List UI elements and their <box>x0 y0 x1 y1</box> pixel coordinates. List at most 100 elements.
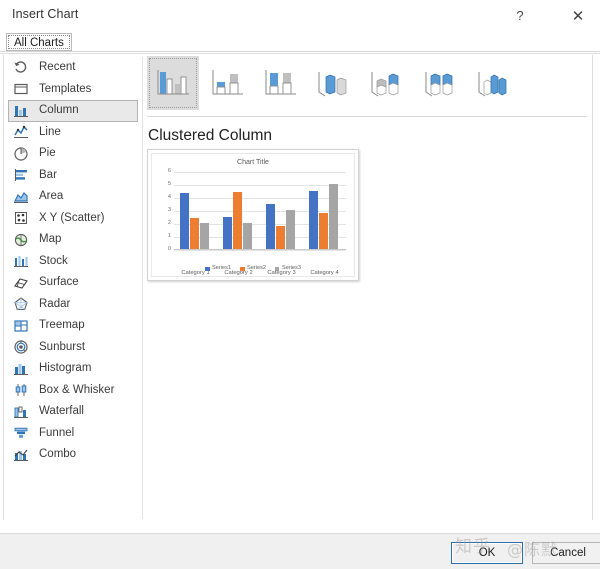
sidebar-item-label: Area <box>39 190 64 202</box>
sidebar-item-area[interactable]: Area <box>8 186 138 208</box>
chart-gridline: 5 <box>168 182 346 187</box>
waterfall-icon <box>12 404 30 420</box>
sidebar-item-label: Map <box>39 233 62 245</box>
chart-y-tick: 5 <box>167 181 171 188</box>
map-icon <box>12 232 30 248</box>
help-icon[interactable]: ? <box>500 0 540 31</box>
chart-y-tick: 4 <box>167 194 171 201</box>
sidebar-item-templates[interactable]: Templates <box>8 79 138 101</box>
chart-bar <box>329 184 338 249</box>
sidebar-item-label: Bar <box>39 168 57 181</box>
tab-strip: All Charts <box>0 31 600 53</box>
chart-bar <box>309 190 318 249</box>
chart-subtype-clustered-column[interactable] <box>147 56 199 110</box>
chart-bar <box>319 212 328 249</box>
chart-gridline: 6 <box>168 169 346 174</box>
chart-subtype-gallery[interactable] <box>147 56 587 110</box>
chart-legend-label: Series3 <box>281 265 301 271</box>
sidebar-item-pie[interactable]: Pie <box>8 143 138 165</box>
chart-legend-label: Series2 <box>247 265 266 271</box>
box-whisker-icon <box>12 382 30 398</box>
templates-icon <box>12 81 30 97</box>
gallery-separator <box>147 116 587 117</box>
sidebar-item-radar[interactable]: Radar <box>8 294 138 316</box>
sidebar-item-funnel[interactable]: Funnel <box>8 423 138 445</box>
sidebar-divider <box>142 57 143 519</box>
chart-type-sidebar[interactable]: Recent Templates Column Line Pie Bar Area X Y (… <box>8 57 138 519</box>
line-icon <box>12 124 30 140</box>
chart-bar <box>223 216 232 249</box>
tab-strip-underline <box>0 51 600 52</box>
chart-y-tick: 1 <box>167 233 171 240</box>
sidebar-item-waterfall[interactable]: Waterfall <box>8 401 138 423</box>
chart-subtype-stacked-column[interactable] <box>201 56 253 110</box>
chart-category-label: Category 2 <box>224 270 253 276</box>
chart-title: Chart Title <box>237 159 269 166</box>
chart-preview-panel[interactable]: Chart Title 0 1 2 3 4 5 6 Category 1 Category 2 C… <box>147 149 359 281</box>
preview-heading: Clustered Column <box>148 127 273 144</box>
dialog-title: Insert Chart <box>12 7 79 21</box>
sidebar-item-label: Recent <box>39 61 76 73</box>
sidebar-item-label: X Y (Scatter) <box>39 211 105 224</box>
sidebar-item-label: Combo <box>39 448 77 460</box>
body-left-edge <box>3 55 4 520</box>
chart-preview-inner: Chart Title 0 1 2 3 4 5 6 Category 1 Category 2 C… <box>151 153 355 277</box>
sidebar-item-treemap[interactable]: Treemap <box>8 315 138 337</box>
chart-legend-item: Series3 <box>274 265 301 272</box>
treemap-icon <box>12 318 30 334</box>
chart-plot-area: 0 1 2 3 4 5 6 Category 1 Category 2 Category 3 Cat… <box>168 169 346 276</box>
sidebar-item-histogram[interactable]: Histogram <box>8 358 138 380</box>
sidebar-item-combo[interactable]: Combo <box>8 444 138 466</box>
chart-y-tick: 2 <box>167 220 171 227</box>
chart-y-tick: 0 <box>167 246 171 253</box>
sidebar-item-label: Stock <box>39 254 68 267</box>
sidebar-item-x-y-scatter[interactable]: X Y (Scatter) <box>8 208 138 230</box>
body-right-edge <box>592 55 593 520</box>
sidebar-item-stock[interactable]: Stock <box>8 251 138 273</box>
chart-subtype-100-percent-stacked-column[interactable] <box>254 56 306 110</box>
sidebar-item-recent[interactable]: Recent <box>8 57 138 79</box>
chart-y-tick: 3 <box>167 207 171 214</box>
sidebar-item-sunburst[interactable]: Sunburst <box>8 337 138 359</box>
combo-icon <box>12 447 30 463</box>
stock-icon <box>12 253 30 269</box>
title-bar: Insert Chart ? ✕ <box>0 0 600 31</box>
histogram-icon <box>12 361 30 377</box>
chart-category-label: Category 4 <box>310 270 339 276</box>
cancel-button[interactable]: Cancel <box>532 542 600 564</box>
chart-legend-label: Series1 <box>212 265 232 271</box>
chart-subtype-3d-column[interactable] <box>468 56 520 110</box>
chart-subtype-3d-clustered-column[interactable] <box>308 56 360 110</box>
sidebar-item-label: Waterfall <box>39 405 84 417</box>
chart-legend-swatch <box>274 266 280 272</box>
chart-subtype-3d-stacked-column[interactable] <box>361 56 413 110</box>
chart-legend-item: Series2 <box>240 265 266 272</box>
sidebar-item-surface[interactable]: Surface <box>8 272 138 294</box>
chart-gridline: 0 <box>168 247 346 252</box>
sidebar-item-label: Pie <box>39 147 56 159</box>
sidebar-item-label: Treemap <box>39 319 85 331</box>
chart-category-label: Category 3 <box>267 270 296 276</box>
sidebar-item-box-whisker[interactable]: Box & Whisker <box>8 380 138 402</box>
ok-button[interactable]: OK <box>451 542 523 564</box>
sidebar-item-column[interactable]: Column <box>8 100 138 122</box>
sidebar-item-label: Funnel <box>39 426 75 439</box>
sidebar-item-label: Sunburst <box>39 340 86 353</box>
column-icon <box>12 103 30 119</box>
bar-icon <box>12 167 30 183</box>
sidebar-item-label: Box & Whisker <box>39 383 115 396</box>
sidebar-item-bar[interactable]: Bar <box>8 165 138 187</box>
chart-legend-item: Series1 <box>205 265 232 272</box>
sidebar-item-map[interactable]: Map <box>8 229 138 251</box>
chart-x-axis <box>174 249 346 250</box>
tab-all-charts[interactable]: All Charts <box>6 33 72 51</box>
chart-subtype-3d-100-percent-stacked-column[interactable] <box>415 56 467 110</box>
area-icon <box>12 189 30 205</box>
sidebar-item-line[interactable]: Line <box>8 122 138 144</box>
pie-icon <box>12 146 30 162</box>
funnel-icon <box>12 425 30 441</box>
sidebar-item-label: Templates <box>39 82 92 95</box>
chart-bar <box>286 210 295 249</box>
close-icon[interactable]: ✕ <box>558 0 598 31</box>
focus-ring <box>149 58 197 108</box>
